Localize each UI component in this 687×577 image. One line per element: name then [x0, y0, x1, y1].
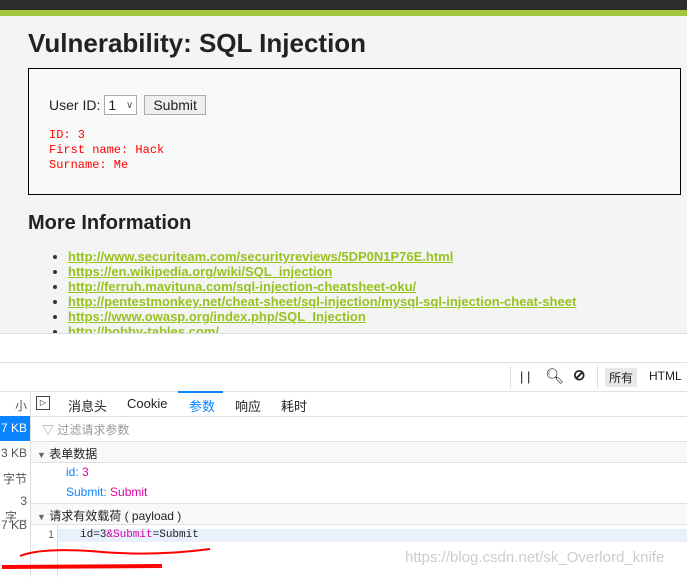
- dvwa-page: Vulnerability: SQL Injection User ID: 1 ∨…: [0, 16, 687, 333]
- red-underline-annotation: [1, 548, 211, 569]
- page-title: Vulnerability: SQL Injection: [28, 28, 367, 58]
- toggle-sidebar-icon[interactable]: ▷: [36, 396, 50, 410]
- filter-icon: ▽: [42, 423, 55, 437]
- block-icon[interactable]: ⊘: [573, 366, 586, 384]
- tab-params[interactable]: 参数: [189, 396, 215, 415]
- size-header: 小: [14, 399, 27, 413]
- reference-link[interactable]: http://bobby-tables.com/: [68, 324, 219, 333]
- tab-response[interactable]: 响应: [235, 396, 261, 415]
- triangle-down-icon: ▼: [37, 512, 46, 522]
- reference-link[interactable]: https://en.wikipedia.org/wiki/SQL_inject…: [68, 264, 332, 279]
- tab-headers[interactable]: 消息头: [68, 396, 107, 415]
- request-size-selected[interactable]: 7 KB: [0, 416, 30, 441]
- request-size[interactable]: 3 KB: [0, 446, 30, 460]
- form-data-section-toggle[interactable]: ▼ 表单数据: [37, 445, 97, 462]
- request-size[interactable]: 字节: [0, 470, 30, 487]
- form-param-row: id: 3: [66, 465, 89, 479]
- triangle-down-icon: ▼: [37, 450, 46, 460]
- top-header-bar: [0, 0, 687, 10]
- filter-params-input[interactable]: ▽ 过滤请求参数: [42, 421, 129, 438]
- query-result: ID: 3 First name: Hack Surname: Me: [49, 128, 165, 172]
- tab-timings[interactable]: 耗时: [281, 396, 307, 415]
- reference-link[interactable]: http://www.securiteam.com/securityreview…: [68, 249, 453, 264]
- reference-link[interactable]: http://pentestmonkey.net/cheat-sheet/sql…: [68, 294, 576, 309]
- user-id-label: User ID:: [49, 97, 101, 113]
- request-size[interactable]: 7 KB: [0, 518, 30, 532]
- devtools-panel: | | 🔍︎ ⊘ 所有 HTML 小 7 KB 3 KB 字节 3 字... 7…: [0, 333, 687, 577]
- sqli-form-box: User ID: 1 ∨ Submit ID: 3 First name: Hac…: [28, 68, 681, 195]
- form-param-row: Submit: Submit: [66, 485, 148, 499]
- filter-html-button[interactable]: HTML: [649, 369, 682, 383]
- search-icon[interactable]: 🔍︎: [545, 367, 564, 385]
- reference-link[interactable]: https://www.owasp.org/index.php/SQL_Inje…: [68, 309, 366, 324]
- reference-link[interactable]: http://ferruh.mavituna.com/sql-injection…: [68, 279, 416, 294]
- submit-button[interactable]: Submit: [144, 95, 206, 115]
- pause-icon[interactable]: | |: [520, 369, 530, 384]
- reference-links: http://www.securiteam.com/securityreview…: [68, 249, 576, 333]
- chevron-down-icon: ∨: [126, 99, 134, 111]
- payload-section-toggle[interactable]: ▼ 请求有效载荷 ( payload ): [37, 507, 181, 524]
- user-id-select[interactable]: 1 ∨: [104, 95, 138, 115]
- watermark: https://blog.csdn.net/sk_Overlord_knife: [405, 549, 665, 566]
- tab-cookie[interactable]: Cookie: [127, 396, 167, 411]
- filter-all-button[interactable]: 所有: [605, 368, 638, 387]
- user-id-form: User ID: 1 ∨ Submit: [49, 95, 206, 115]
- more-information-heading: More Information: [28, 212, 192, 234]
